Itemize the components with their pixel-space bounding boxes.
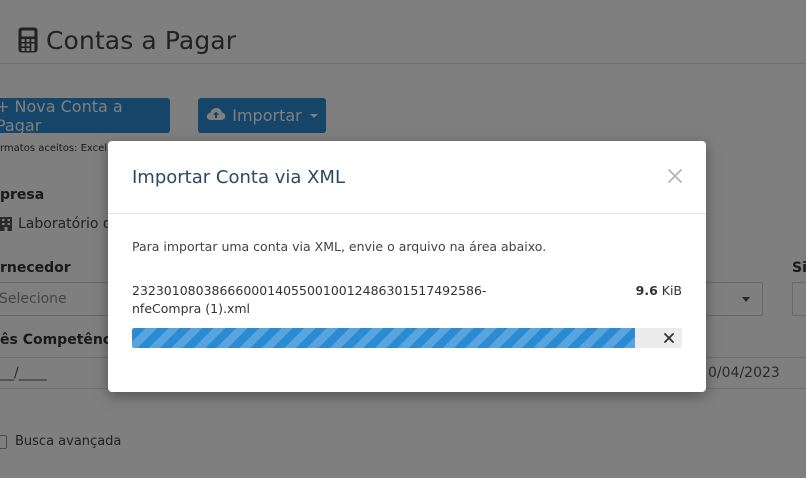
modal-instructions: Para importar uma conta via XML, envie o… (132, 239, 547, 254)
upload-file-name: 2323010803866600014055001001248630151749… (132, 283, 487, 316)
file-size-unit: KiB (657, 283, 682, 298)
modal-header: Importar Conta via XML (108, 141, 706, 214)
modal-title: Importar Conta via XML (132, 167, 345, 188)
upload-progress-bar (132, 328, 635, 348)
cancel-upload-icon[interactable] (660, 328, 678, 348)
upload-file-size: 9.6 KiB (588, 283, 682, 298)
close-icon[interactable] (664, 165, 686, 187)
upload-progress (132, 328, 682, 348)
file-size-value: 9.6 (635, 283, 658, 298)
import-xml-modal: Importar Conta via XML Para importar uma… (108, 141, 706, 392)
